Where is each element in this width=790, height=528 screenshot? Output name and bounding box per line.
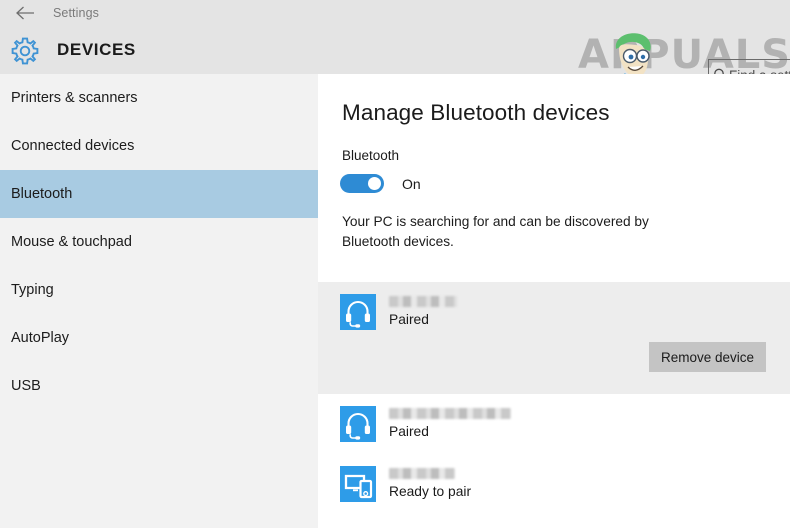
sidebar-item-label: Bluetooth xyxy=(11,186,72,202)
device-item[interactable]: Paired xyxy=(318,394,790,454)
back-arrow-icon[interactable] xyxy=(8,0,42,26)
main-content: Manage Bluetooth devices Bluetooth On Yo… xyxy=(318,74,790,528)
sidebar-item-label: Typing xyxy=(11,282,54,298)
generic-device-icon xyxy=(340,466,376,502)
bluetooth-label: Bluetooth xyxy=(342,148,399,163)
device-name-redacted xyxy=(389,468,455,479)
sidebar-item-bluetooth[interactable]: Bluetooth xyxy=(0,170,318,218)
device-item-selected[interactable]: Paired Remove device xyxy=(318,282,790,394)
device-text: Paired xyxy=(389,296,457,328)
sidebar-item-label: Printers & scanners xyxy=(11,90,138,106)
bluetooth-toggle-row: On xyxy=(340,174,421,193)
device-row[interactable]: Ready to pair xyxy=(318,454,790,514)
bluetooth-description: Your PC is searching for and can be disc… xyxy=(342,212,694,252)
sidebar-item-usb[interactable]: USB xyxy=(0,362,318,410)
device-row[interactable]: Paired xyxy=(318,282,790,342)
headset-icon xyxy=(340,406,376,442)
bluetooth-device-list: Paired Remove device xyxy=(318,282,790,514)
device-row[interactable]: Paired xyxy=(318,394,790,454)
page-title: DEVICES xyxy=(57,26,136,74)
sidebar-item-printers-scanners[interactable]: Printers & scanners xyxy=(0,74,318,122)
gear-icon xyxy=(9,35,41,67)
settings-sidebar: Printers & scanners Connected devices Bl… xyxy=(0,74,318,528)
device-item[interactable]: Ready to pair xyxy=(318,454,790,514)
device-status: Ready to pair xyxy=(389,484,471,500)
title-bar: Settings xyxy=(0,0,790,26)
window-title: Settings xyxy=(53,0,99,26)
device-status: Paired xyxy=(389,424,511,440)
device-text: Paired xyxy=(389,408,511,440)
sidebar-item-label: Connected devices xyxy=(11,138,134,154)
device-status: Paired xyxy=(389,312,457,328)
device-text: Ready to pair xyxy=(389,468,471,500)
sidebar-item-label: AutoPlay xyxy=(11,330,69,346)
sidebar-item-autoplay[interactable]: AutoPlay xyxy=(0,314,318,362)
settings-window: Settings DEVICES APPUALS xyxy=(0,0,790,528)
headset-icon xyxy=(340,294,376,330)
sidebar-item-mouse-touchpad[interactable]: Mouse & touchpad xyxy=(0,218,318,266)
device-name-redacted xyxy=(389,408,511,419)
sidebar-item-connected-devices[interactable]: Connected devices xyxy=(0,122,318,170)
device-name-redacted xyxy=(389,296,457,307)
device-actions: Remove device xyxy=(318,342,790,386)
bluetooth-toggle[interactable] xyxy=(340,174,384,193)
page-header: DEVICES APPUALS xyxy=(0,26,790,74)
sidebar-item-label: USB xyxy=(11,378,41,394)
sidebar-item-typing[interactable]: Typing xyxy=(0,266,318,314)
bluetooth-toggle-state: On xyxy=(402,176,421,192)
remove-device-button[interactable]: Remove device xyxy=(649,342,766,372)
content-heading: Manage Bluetooth devices xyxy=(342,100,610,126)
toggle-knob xyxy=(368,177,381,190)
sidebar-item-label: Mouse & touchpad xyxy=(11,234,132,250)
